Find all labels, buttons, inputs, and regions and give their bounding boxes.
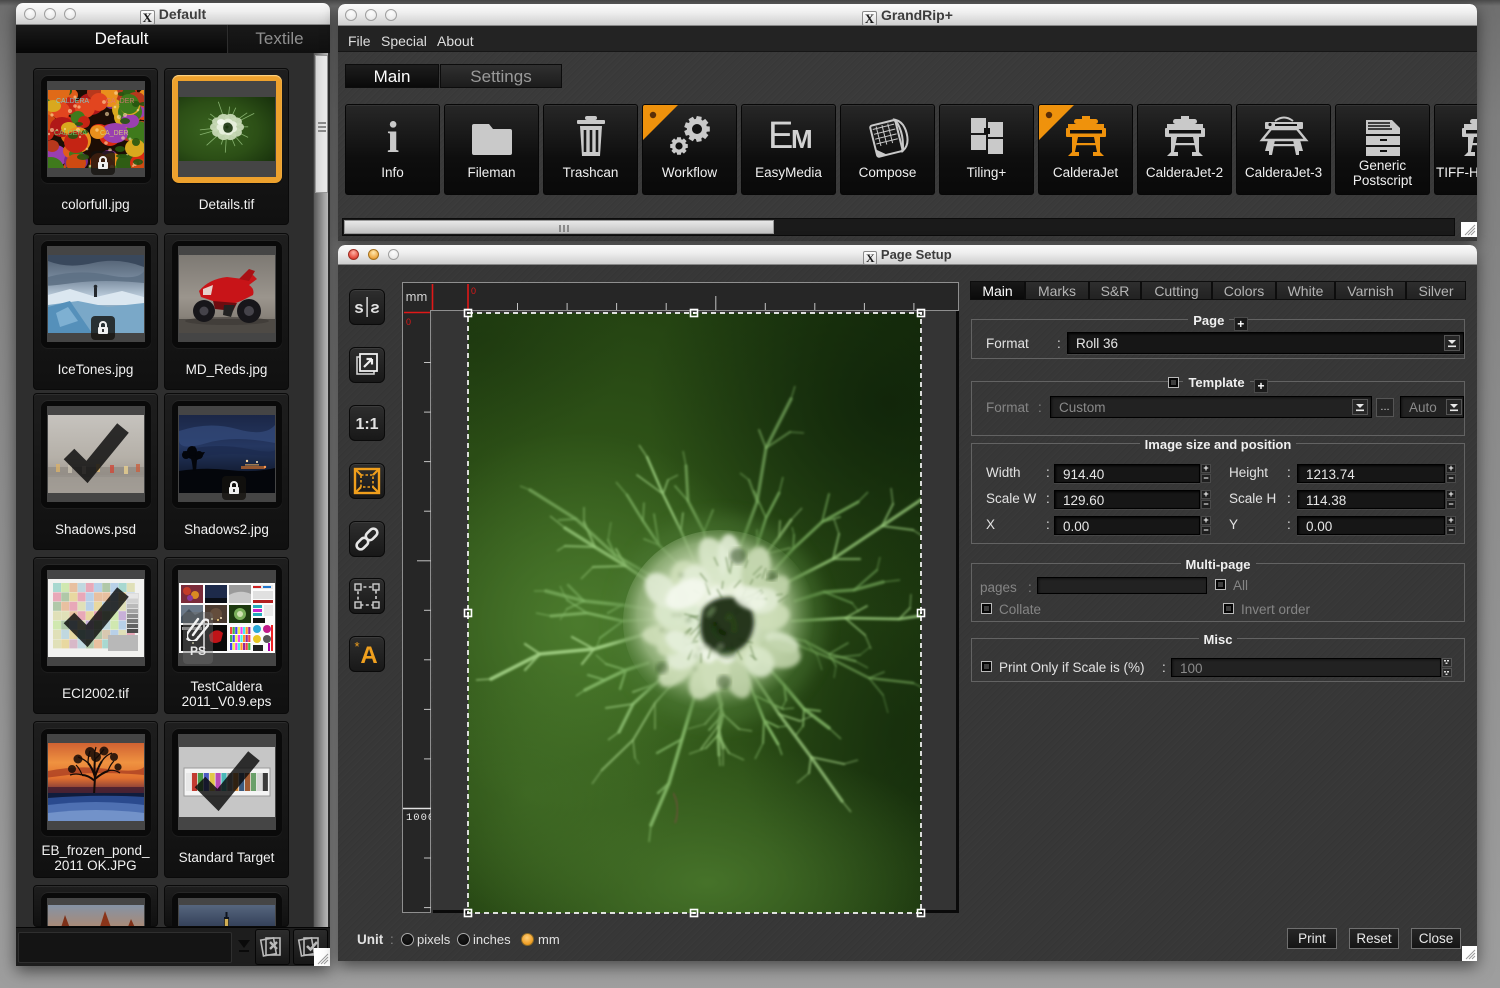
svg-text:*: * xyxy=(354,639,359,654)
svg-text:0: 0 xyxy=(471,286,476,296)
svg-text:E: E xyxy=(768,115,792,157)
svg-text:i: i xyxy=(386,113,398,162)
svg-text:s: s xyxy=(354,298,363,317)
svg-text:s: s xyxy=(370,298,379,317)
svg-text:M: M xyxy=(791,124,813,154)
svg-text:0: 0 xyxy=(406,317,411,327)
svg-text:CA_DER: CA_DER xyxy=(106,98,134,105)
svg-text:1000: 1000 xyxy=(406,812,431,824)
svg-text:CALDERA: CALDERA xyxy=(54,130,87,137)
svg-text:1:1: 1:1 xyxy=(355,416,378,433)
svg-text:CALDERA: CALDERA xyxy=(56,98,89,105)
svg-text:A: A xyxy=(360,642,377,669)
svg-text:CA_DER: CA_DER xyxy=(100,130,128,137)
